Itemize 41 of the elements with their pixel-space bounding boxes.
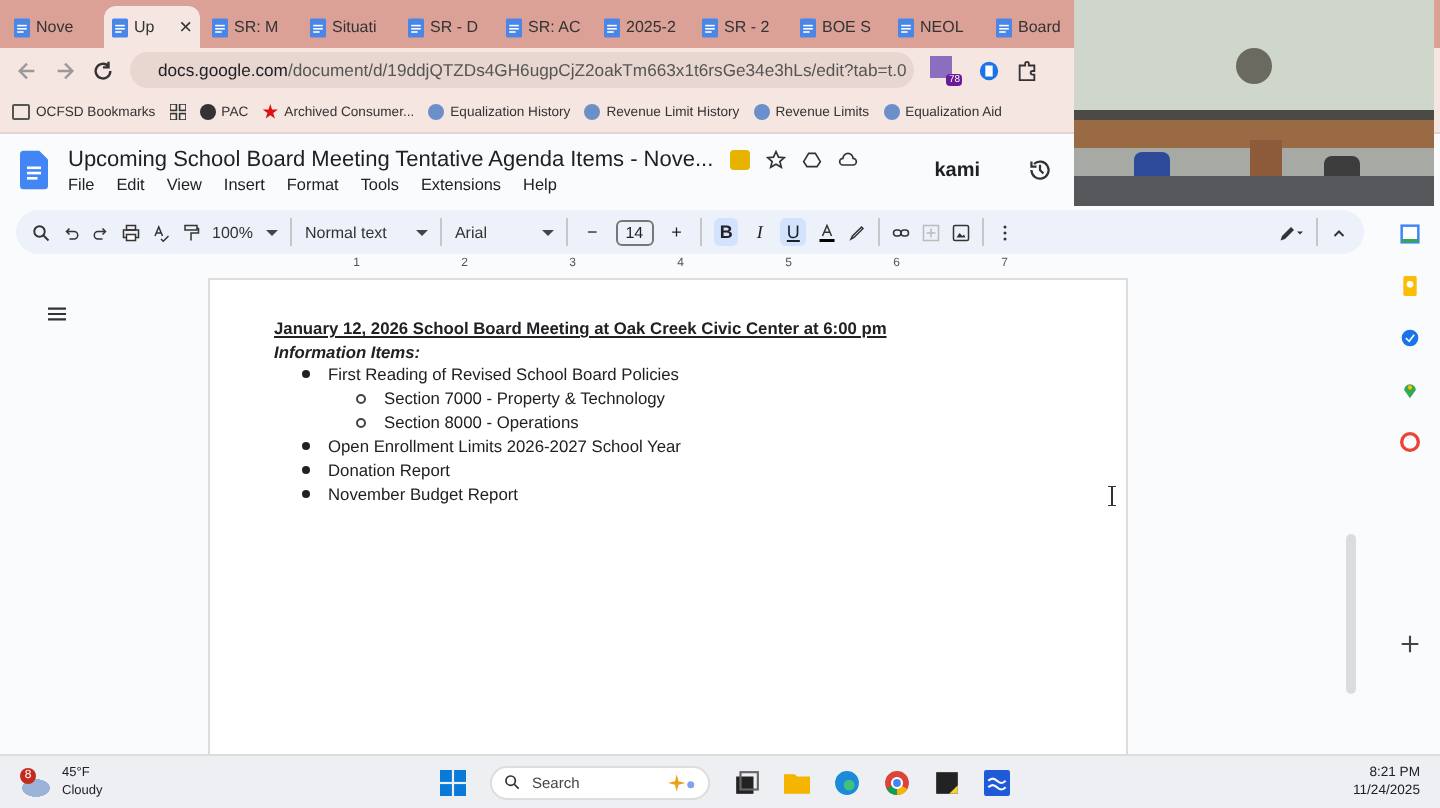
close-icon[interactable]: × (179, 15, 192, 39)
browser-tab[interactable]: NEOL (890, 6, 984, 48)
list-item: Section 8000 - Operations (384, 412, 579, 432)
subheading-text: Information Items: (274, 342, 423, 362)
browser-tab[interactable]: BOE S (792, 6, 886, 48)
menu-item[interactable]: Edit (116, 175, 145, 193)
list-item: Donation Report (328, 460, 450, 480)
browser-tab[interactable]: SR: M (204, 6, 298, 48)
menu-item[interactable]: Insert (223, 175, 265, 193)
list-item: November Budget Report (328, 484, 518, 504)
browser-tab[interactable]: Up × (104, 6, 200, 48)
list-item: First Reading of Revised School Board Policies (328, 364, 679, 384)
menu-item[interactable]: Extensions (420, 175, 502, 193)
heading-text: January 12, 2026 School Board Meeting at Oak Creek Civic Center at 6:00 pm (274, 318, 889, 338)
list-item: Section 7000 - Property & Technology (384, 388, 665, 408)
browser-tab[interactable]: Board (988, 6, 1082, 48)
browser-tab[interactable]: SR - D (400, 6, 494, 48)
document-title[interactable]: Upcoming School Board Meeting Tentative Agenda Items - Nove... (68, 147, 714, 171)
format-button[interactable]: B (713, 218, 739, 246)
menu-item[interactable]: File (68, 175, 95, 193)
decrease-size-button[interactable]: − (580, 218, 604, 246)
address-bar[interactable]: docs.google.com/document/d/19ddjQTZDs4GH6ugpCjZ2oakTm663x1t6rsGe34e3hLs/edit?tab=t.0 (130, 52, 914, 88)
url-text: docs.google.com/document/d/19ddjQTZDs4GH6ugpCjZ2oakTm663x1t6rsGe34e3hLs/edit?tab=t.0 (158, 60, 907, 80)
browser-tab[interactable]: SR: AC (498, 6, 592, 48)
menu-item[interactable]: Tools (360, 175, 399, 193)
font-size-field[interactable]: 14 (615, 219, 654, 245)
increase-size-button[interactable]: + (665, 218, 688, 246)
format-button[interactable]: I (750, 218, 769, 246)
browser-tab[interactable]: 2025-2 (596, 6, 690, 48)
menu-item[interactable]: Help (523, 175, 557, 193)
style-dropdown[interactable]: Normal text (304, 223, 429, 241)
zoom-dropdown[interactable]: 100% (212, 223, 279, 241)
browser-tab[interactable]: Situati (302, 6, 396, 48)
font-dropdown[interactable]: Arial (454, 223, 555, 241)
list-item: Open Enrollment Limits 2026-2027 School Year (328, 436, 681, 456)
browser-tab[interactable]: Nove (6, 6, 100, 48)
browser-tab[interactable]: SR - 2 (694, 6, 788, 48)
format-button[interactable]: U (780, 218, 806, 246)
menu-item[interactable]: Format (286, 175, 339, 193)
kami-button[interactable]: kami (934, 159, 980, 181)
menu-item[interactable]: View (166, 175, 202, 193)
